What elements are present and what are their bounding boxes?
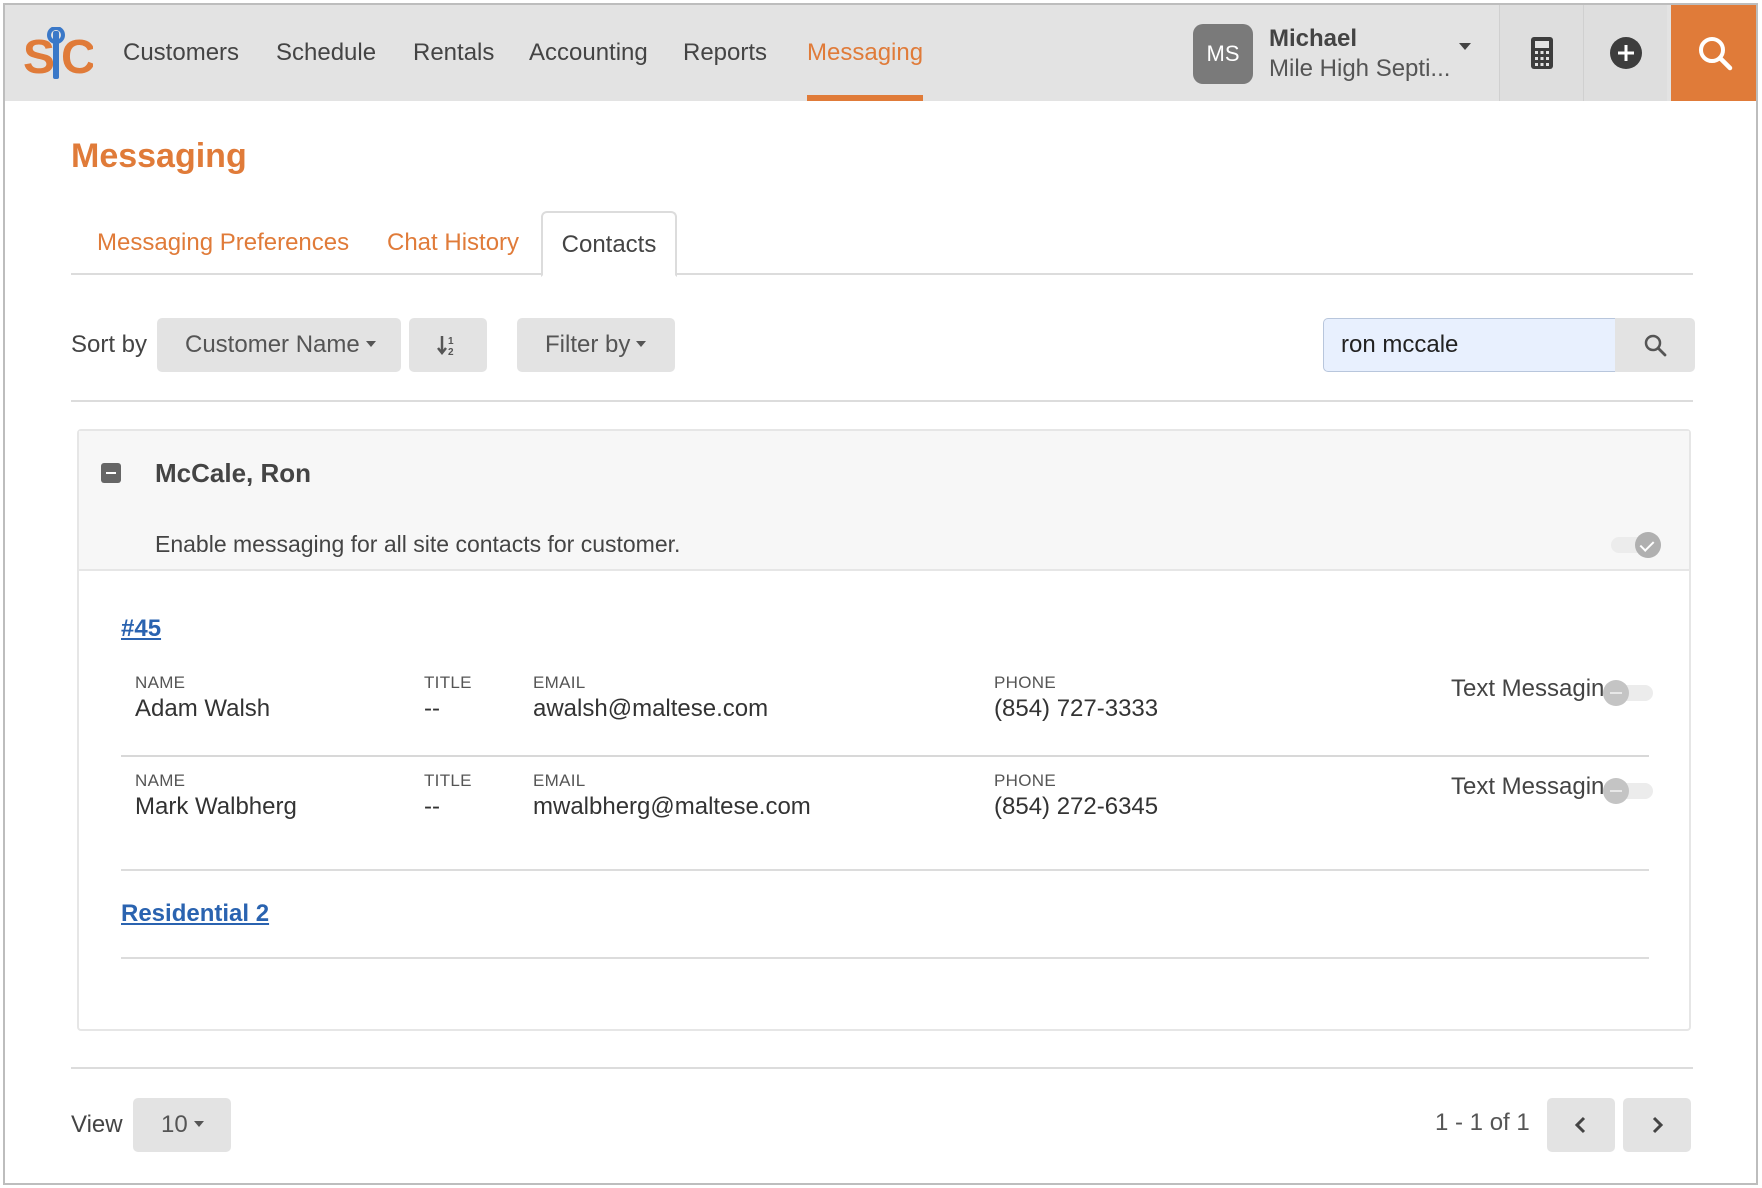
tab-contacts[interactable]: Contacts — [541, 211, 677, 277]
caret-down-icon — [636, 340, 647, 347]
nav-messaging[interactable]: Messaging — [807, 5, 924, 101]
filter-dropdown[interactable]: Filter by — [517, 318, 675, 372]
text-messaging-toggle[interactable] — [1603, 680, 1653, 706]
tab-messaging-preferences[interactable]: Messaging Preferences — [97, 211, 349, 275]
divider — [71, 400, 1693, 402]
contact-email: mwalbherg@maltese.com — [533, 793, 811, 820]
site-link-residential-2[interactable]: Residential 2 — [121, 900, 269, 928]
enable-all-label: Enable messaging for all site contacts f… — [155, 531, 681, 557]
contact-title: -- — [424, 695, 440, 722]
minus-icon — [1603, 778, 1629, 804]
view-label: View — [71, 1111, 123, 1138]
caret-down-icon — [193, 1120, 204, 1127]
site-divider — [121, 869, 1649, 871]
page-size-dropdown[interactable]: 10 — [133, 1098, 231, 1152]
title-label: TITLE — [424, 673, 472, 692]
contact-phone: (854) 272-6345 — [994, 793, 1159, 820]
sort-dropdown[interactable]: Customer Name — [157, 318, 401, 372]
customer-card: McCale, Ron Enable messaging for all sit… — [77, 429, 1691, 1031]
email-label: EMAIL — [533, 771, 586, 790]
chevron-left-icon — [1574, 1116, 1586, 1134]
contact-row: NAME Adam Walsh TITLE -- EMAIL awalsh@ma… — [121, 659, 1653, 757]
search-button[interactable] — [1615, 318, 1695, 372]
pagination-status: 1 - 1 of 1 — [1435, 1109, 1530, 1136]
nav-schedule[interactable]: Schedule — [276, 5, 376, 101]
chevron-right-icon — [1652, 1116, 1664, 1134]
name-label: NAME — [135, 771, 186, 790]
email-label: EMAIL — [533, 673, 586, 692]
sort-descending-icon: 1 2 — [437, 336, 454, 357]
contact-email: awalsh@maltese.com — [533, 695, 769, 722]
svg-text:C: C — [61, 31, 93, 84]
nav-rentals[interactable]: Rentals — [413, 5, 494, 101]
collapse-minus-icon[interactable] — [101, 463, 121, 483]
user-company[interactable]: Mile High Septi... — [1269, 55, 1450, 83]
nav-reports[interactable]: Reports — [683, 5, 767, 101]
divider — [71, 1067, 1693, 1069]
sort-value: Customer Name — [185, 331, 360, 358]
avatar[interactable]: MS — [1193, 24, 1253, 84]
title-label: TITLE — [424, 771, 472, 790]
top-nav: S C Customers Schedule Rentals Accountin… — [5, 5, 1756, 101]
nav-accounting[interactable]: Accounting — [529, 5, 648, 101]
page-title: Messaging — [71, 137, 247, 175]
tab-bar: Messaging Preferences Chat History Conta… — [71, 211, 1693, 277]
customer-card-header: McCale, Ron Enable messaging for all sit… — [79, 431, 1689, 571]
customer-name: McCale, Ron — [155, 458, 312, 488]
nav-customers[interactable]: Customers — [123, 5, 239, 101]
text-messaging-label: Text Messaging — [1451, 675, 1618, 702]
contact-phone: (854) 727-3333 — [994, 695, 1159, 722]
svg-text:1: 1 — [448, 336, 454, 347]
search-icon — [1644, 334, 1667, 357]
user-name[interactable]: Michael — [1269, 25, 1357, 53]
user-menu-chevron-down-icon[interactable] — [1459, 43, 1471, 50]
name-label: NAME — [135, 673, 186, 692]
text-messaging-toggle[interactable] — [1603, 778, 1653, 804]
contact-name: Mark Walbherg — [135, 793, 297, 820]
phone-label: PHONE — [994, 673, 1056, 692]
tab-chat-history[interactable]: Chat History — [387, 211, 519, 275]
check-icon — [1635, 532, 1661, 558]
sort-label: Sort by — [71, 331, 148, 358]
next-page-button[interactable] — [1623, 1098, 1691, 1152]
contact-row: NAME Mark Walbherg TITLE -- EMAIL mwalbh… — [121, 757, 1653, 855]
logo[interactable]: S C — [23, 26, 96, 85]
calculator-button[interactable] — [1499, 5, 1583, 101]
search-icon — [1699, 37, 1733, 71]
plus-circle-icon — [1609, 37, 1642, 69]
caret-down-icon — [365, 340, 376, 347]
previous-page-button[interactable] — [1547, 1098, 1615, 1152]
contact-title: -- — [424, 793, 440, 820]
add-button[interactable] — [1583, 5, 1667, 101]
site-link-45[interactable]: #45 — [121, 615, 161, 643]
search-input[interactable]: ron mccale — [1323, 318, 1615, 372]
svg-text:2: 2 — [448, 347, 454, 357]
contact-name: Adam Walsh — [135, 695, 271, 722]
enable-all-toggle[interactable] — [1611, 532, 1661, 558]
site-divider — [121, 957, 1649, 959]
page-size-value: 10 — [161, 1111, 188, 1138]
sort-direction-button[interactable]: 1 2 — [409, 318, 487, 372]
filter-label: Filter by — [545, 331, 631, 358]
calculator-icon — [1530, 37, 1553, 69]
minus-icon — [1603, 680, 1629, 706]
text-messaging-label: Text Messaging — [1451, 773, 1618, 800]
phone-label: PHONE — [994, 771, 1056, 790]
global-search-button[interactable] — [1671, 5, 1756, 101]
app-window: S C Customers Schedule Rentals Accountin… — [3, 3, 1758, 1185]
